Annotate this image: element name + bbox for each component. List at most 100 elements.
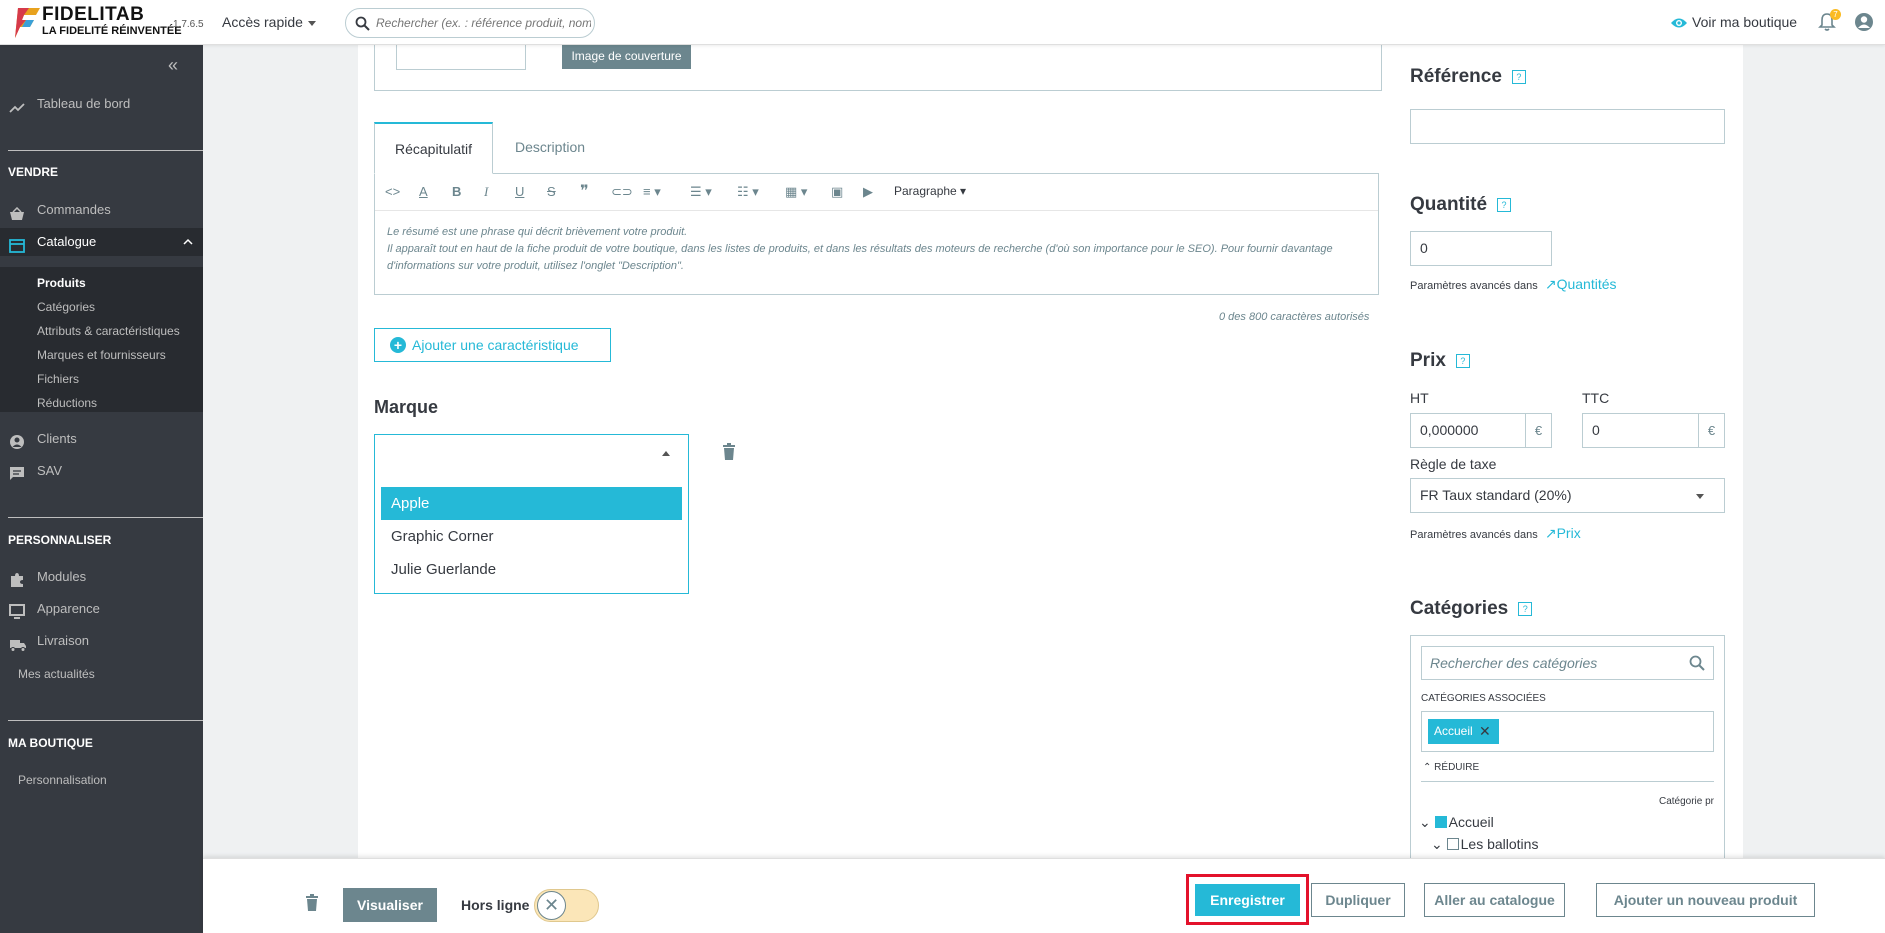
- bold-icon[interactable]: B: [452, 184, 461, 199]
- summary-editor[interactable]: <> A B I U S ❞ ⊂⊃ ≡ ▾ ☰ ▾ ☷ ▾ ▦ ▾ ▣ ▶ Pa…: [374, 173, 1379, 295]
- brand-option-apple[interactable]: Apple: [381, 487, 682, 520]
- quick-access-dropdown[interactable]: Accès rapide: [222, 14, 316, 30]
- sidebar-item-customers[interactable]: Clients: [0, 425, 203, 453]
- add-new-product-button[interactable]: Ajouter un nouveau produit: [1596, 883, 1815, 917]
- media-icon[interactable]: ▶: [863, 184, 873, 200]
- tree-item-accueil[interactable]: ⌄ Accueil: [1419, 814, 1494, 831]
- close-icon[interactable]: ✕: [1479, 719, 1491, 744]
- link-icon[interactable]: ⊂⊃: [611, 184, 633, 200]
- sidebar-item-dashboard[interactable]: Tableau de bord: [0, 90, 203, 118]
- plus-circle-icon: +: [390, 337, 406, 353]
- tab-description[interactable]: Description: [495, 122, 605, 174]
- user-account-button[interactable]: [1854, 12, 1874, 35]
- quantities-link[interactable]: ↗Quantités: [1545, 276, 1617, 292]
- sidebar-item-personalization[interactable]: Personnalisation: [18, 773, 107, 787]
- reference-input[interactable]: [1410, 109, 1725, 144]
- sidebar-subitem-products[interactable]: Produits: [37, 276, 86, 290]
- sidebar-subitem-attributes[interactable]: Attributs & caractéristiques: [37, 324, 180, 338]
- align-left-icon[interactable]: ≡ ▾: [643, 184, 661, 200]
- search-icon: [355, 16, 370, 31]
- go-to-catalog-button[interactable]: Aller au catalogue: [1424, 883, 1565, 917]
- underline-icon[interactable]: U: [515, 184, 524, 199]
- categories-search-placeholder: Rechercher des catégories: [1430, 655, 1598, 671]
- checkbox[interactable]: [1446, 838, 1459, 850]
- price-ttc-input[interactable]: 0 €: [1582, 413, 1725, 448]
- price-ht-input[interactable]: 0,000000 €: [1410, 413, 1552, 448]
- header-search-input[interactable]: [376, 14, 591, 32]
- italic-icon[interactable]: I: [484, 184, 488, 200]
- sidebar-item-modules[interactable]: Modules: [0, 563, 203, 591]
- divider: [8, 150, 203, 151]
- fidelitab-logo[interactable]: [12, 6, 42, 40]
- help-icon[interactable]: ?: [1518, 602, 1533, 616]
- editor-content[interactable]: Le résumé est une phrase qui décrit briè…: [387, 224, 1367, 275]
- sidebar-item-shipping[interactable]: Livraison: [0, 627, 203, 655]
- categories-heading-text: Catégories: [1410, 598, 1509, 619]
- sidebar-item-orders[interactable]: Commandes: [0, 196, 203, 224]
- save-button-highlight: Enregistrer: [1186, 874, 1309, 925]
- price-ttc-value: 0: [1592, 422, 1600, 438]
- caret-down-icon: [1696, 494, 1704, 499]
- brand-option-julie-guerlande[interactable]: Julie Guerlande: [381, 553, 682, 586]
- brand[interactable]: FIDELITAB LA FIDELITÉ RÉINVENTÉE: [42, 5, 182, 37]
- header-search[interactable]: [345, 8, 595, 38]
- tax-rule-select[interactable]: FR Taux standard (20%): [1410, 478, 1725, 513]
- help-icon[interactable]: ?: [1497, 198, 1512, 212]
- categories-search-input[interactable]: Rechercher des catégories: [1421, 646, 1714, 680]
- code-icon[interactable]: <>: [385, 184, 400, 199]
- sidebar-item-news[interactable]: Mes actualités: [18, 667, 95, 681]
- checkbox-checked[interactable]: [1434, 816, 1447, 828]
- chevron-down-icon[interactable]: ⌄: [1419, 814, 1431, 830]
- online-toggle[interactable]: ✕: [534, 889, 599, 922]
- preview-button[interactable]: Visualiser: [343, 888, 437, 922]
- view-shop-link[interactable]: Voir ma boutique: [1670, 14, 1797, 30]
- strikethrough-icon[interactable]: S: [547, 184, 556, 199]
- section-customize: PERSONNALISER: [8, 533, 112, 547]
- help-icon[interactable]: ?: [1511, 70, 1526, 84]
- delete-brand-button[interactable]: [722, 443, 736, 464]
- bullet-list-icon[interactable]: ☰ ▾: [690, 184, 712, 200]
- price-heading: Prix?: [1410, 350, 1470, 372]
- brand-option-graphic-corner[interactable]: Graphic Corner: [381, 520, 682, 553]
- paragraph-label: Paragraphe: [894, 184, 957, 198]
- sidebar-item-appearance[interactable]: Apparence: [0, 595, 203, 623]
- delete-product-button[interactable]: [305, 894, 319, 915]
- tab-summary[interactable]: Récapitulatif: [374, 122, 494, 174]
- brand-select-dropdown[interactable]: Apple Graphic Corner Julie Guerlande: [374, 434, 689, 594]
- price-link[interactable]: ↗Prix: [1545, 525, 1581, 541]
- duplicate-button[interactable]: Dupliquer: [1311, 883, 1405, 917]
- notifications-button[interactable]: 7: [1818, 9, 1841, 35]
- collapse-tree-button[interactable]: ⌃ RÉDUIRE: [1423, 762, 1479, 773]
- help-icon[interactable]: ?: [1455, 354, 1470, 368]
- offline-label: Hors ligne: [461, 897, 530, 913]
- category-tag-label: Accueil: [1434, 724, 1473, 738]
- ttc-label: TTC: [1582, 390, 1610, 406]
- tree-item-ballotins[interactable]: ⌄ Les ballotins: [1431, 836, 1538, 853]
- image-thumbnail[interactable]: [396, 45, 526, 70]
- quote-icon[interactable]: ❞: [580, 181, 589, 201]
- sidebar-item-sav[interactable]: SAV: [0, 457, 203, 485]
- sidebar-subitem-discounts[interactable]: Réductions: [37, 396, 97, 410]
- sidebar-subitem-brands[interactable]: Marques et fournisseurs: [37, 348, 166, 362]
- sidebar-subitem-files[interactable]: Fichiers: [37, 372, 79, 386]
- image-icon[interactable]: ▣: [831, 184, 843, 200]
- table-icon[interactable]: ▦ ▾: [785, 184, 807, 200]
- trash-icon: [306, 894, 318, 911]
- sidebar-label: Livraison: [37, 633, 90, 648]
- cover-image-label: Image de couverture: [562, 43, 691, 69]
- quantity-advanced: Paramètres avancés dans ↗Quantités: [1410, 276, 1617, 293]
- quantity-input[interactable]: 0: [1410, 231, 1552, 266]
- sidebar-subitem-categories[interactable]: Catégories: [37, 300, 95, 314]
- divider: [8, 720, 203, 721]
- paragraph-format-dropdown[interactable]: Paragraphe ▾: [894, 184, 966, 198]
- chevron-up-icon: ⌃: [1423, 762, 1432, 773]
- sidebar-item-catalog[interactable]: Catalogue: [0, 228, 203, 256]
- numbered-list-icon[interactable]: ☷ ▾: [737, 184, 759, 200]
- collapse-sidebar-icon[interactable]: «: [168, 55, 178, 76]
- save-button[interactable]: Enregistrer: [1195, 884, 1300, 916]
- chevron-down-icon[interactable]: ⌄: [1431, 836, 1443, 852]
- brand-name: FIDELITAB: [42, 4, 145, 25]
- add-feature-button[interactable]: + Ajouter une caractéristique: [374, 328, 611, 362]
- trash-icon: [723, 443, 735, 460]
- text-color-icon[interactable]: A: [419, 184, 428, 199]
